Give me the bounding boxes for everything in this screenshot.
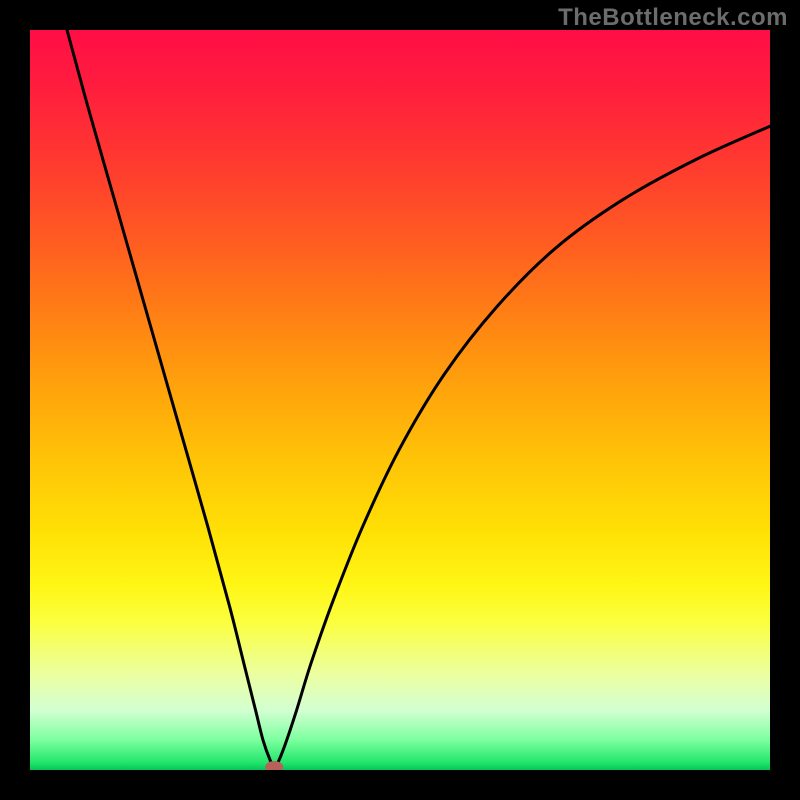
optimal-point-marker — [265, 761, 283, 770]
watermark-text: TheBottleneck.com — [558, 4, 788, 32]
bottleneck-curve — [67, 30, 770, 767]
plot-area — [30, 30, 770, 770]
chart-svg — [30, 30, 770, 770]
chart-container: TheBottleneck.com — [0, 0, 800, 800]
